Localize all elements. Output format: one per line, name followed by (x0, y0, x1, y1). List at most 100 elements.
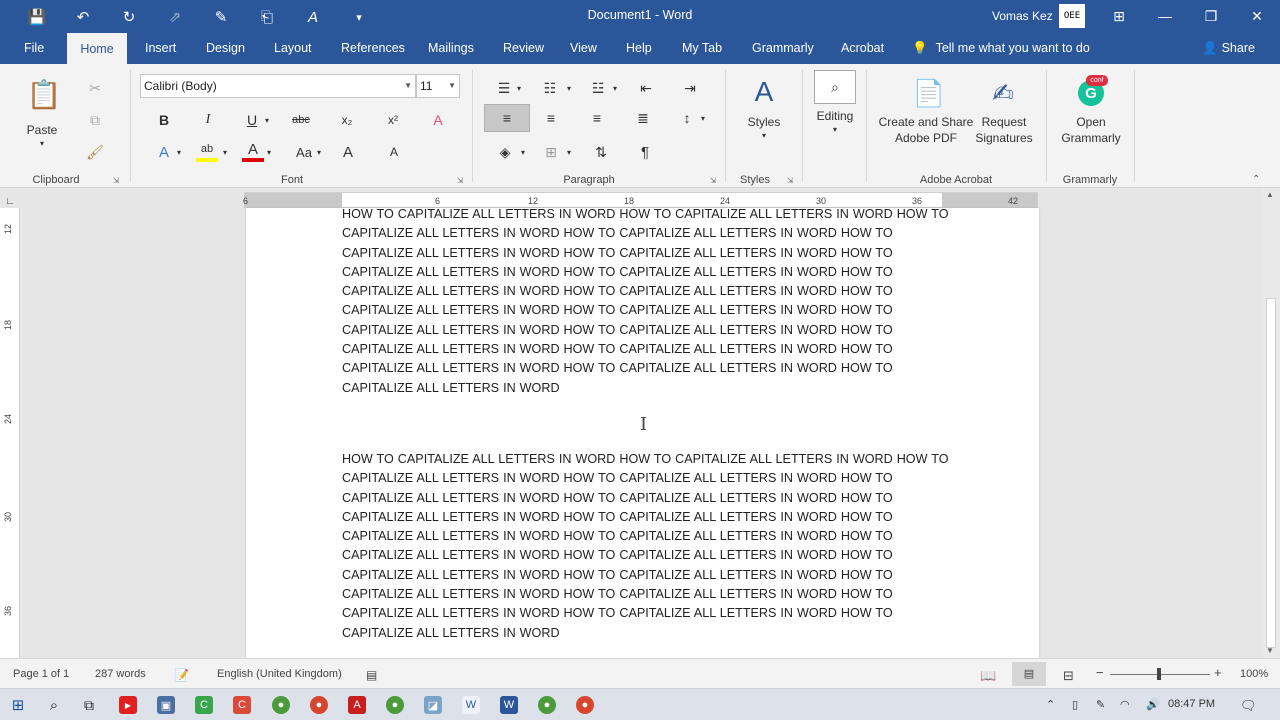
superscript-button[interactable]: x² (382, 110, 404, 130)
paste-icon[interactable]: 📋 (26, 74, 62, 114)
clear-formatting-button[interactable]: A (428, 110, 448, 130)
proofing-icon[interactable]: 📝 (174, 668, 189, 682)
zoom-slider-knob[interactable] (1157, 668, 1161, 680)
font-launcher-icon[interactable]: ⇲ (454, 174, 466, 186)
vertical-ruler[interactable]: 12 18 24 30 36 (0, 208, 20, 658)
paragraph-launcher-icon[interactable]: ⇲ (707, 174, 719, 186)
camtasia-icon[interactable]: C (195, 696, 213, 714)
acrobat-icon[interactable]: A (348, 696, 366, 714)
web-layout-icon[interactable]: ⊟ (1063, 668, 1074, 684)
multilevel-list-icon[interactable]: ☳ (588, 78, 608, 98)
tab-acrobat[interactable]: Acrobat (831, 32, 894, 64)
read-mode-icon[interactable]: 📖 (980, 668, 996, 684)
borders-icon[interactable]: ⊞ (540, 142, 562, 162)
shading-dropdown-icon[interactable]: ▾ (518, 144, 528, 160)
increase-indent-icon[interactable]: ⇥ (680, 78, 700, 98)
tab-insert[interactable]: Insert (135, 32, 186, 64)
battery-icon[interactable]: ▯ (1072, 698, 1078, 711)
tab-help[interactable]: Help (616, 32, 662, 64)
chrome-icon[interactable]: ● (310, 696, 328, 714)
wifi-icon[interactable]: ◠ (1120, 698, 1130, 711)
styles-dropdown-icon[interactable]: ▾ (740, 128, 788, 144)
numbering-icon[interactable]: ☷ (540, 78, 560, 98)
highlight-button[interactable]: ab (196, 140, 218, 162)
copy-icon[interactable]: ⧉ (84, 110, 106, 130)
tab-view[interactable]: View (560, 32, 607, 64)
macro-icon[interactable]: ▤ (366, 668, 377, 682)
align-center-icon[interactable]: ≡ (540, 108, 562, 128)
align-right-icon[interactable]: ≡ (586, 108, 608, 128)
chrome-icon[interactable]: ● (538, 696, 556, 714)
scroll-thumb[interactable] (1266, 298, 1276, 648)
word-count[interactable]: 287 words (95, 668, 146, 680)
word-icon[interactable]: W (500, 696, 518, 714)
scroll-down-icon[interactable]: ▼ (1266, 646, 1274, 655)
app-icon[interactable]: ▣ (157, 696, 175, 714)
tab-references[interactable]: References (331, 32, 415, 64)
font-size-select[interactable]: 11 ▼ (416, 74, 460, 98)
italic-button[interactable]: I (198, 110, 218, 130)
clipboard-launcher-icon[interactable]: ⇲ (110, 174, 122, 186)
chrome-icon[interactable]: ● (576, 696, 594, 714)
decrease-indent-icon[interactable]: ⇤ (636, 78, 656, 98)
tab-grammarly[interactable]: Grammarly (742, 32, 824, 64)
chrome-icon[interactable]: ● (272, 696, 290, 714)
youtube-icon[interactable]: ▶ (119, 696, 137, 714)
app-red-icon[interactable]: C (233, 696, 251, 714)
app-icon[interactable]: ◪ (424, 696, 442, 714)
sort-icon[interactable]: ⇅ (590, 142, 612, 162)
tab-selector[interactable]: ∟ (4, 196, 16, 208)
strikethrough-button[interactable]: abc (288, 110, 314, 130)
tab-mailings[interactable]: Mailings (418, 32, 484, 64)
tab-home[interactable]: Home (67, 32, 127, 64)
grammarly-button-label[interactable]: Grammarly (1056, 130, 1126, 146)
text-effects-button[interactable]: A (154, 142, 174, 162)
task-view-icon[interactable]: ⧉ (80, 696, 98, 714)
maximize-icon[interactable]: ❐ (1188, 0, 1234, 32)
request-label[interactable]: Request (972, 114, 1036, 130)
font-color-dropdown-icon[interactable]: ▾ (264, 144, 274, 160)
cut-icon[interactable]: ✂ (84, 78, 106, 98)
page-count[interactable]: Page 1 of 1 (13, 668, 69, 680)
create-pdf-icon[interactable]: 📄 (912, 74, 946, 112)
justify-icon[interactable]: ≣ (632, 108, 654, 128)
bullets-icon[interactable]: ☰ (494, 78, 514, 98)
search-icon[interactable]: ⌕ (45, 696, 63, 714)
horizontal-ruler[interactable]: 6 6 12 18 24 30 36 42 (243, 192, 1038, 208)
format-painter-icon[interactable]: 🖌 (84, 142, 106, 162)
tell-me-search[interactable]: 💡 Tell me what you want to do (912, 32, 1090, 64)
tab-review[interactable]: Review (493, 32, 554, 64)
zoom-in-button[interactable]: + (1214, 665, 1222, 680)
search-icon[interactable]: ⌕ (814, 70, 856, 104)
volume-icon[interactable]: 🔊 (1146, 698, 1160, 711)
notifications-icon[interactable]: 🗨 (1240, 698, 1257, 714)
tray-chevron-icon[interactable]: ⌃ (1046, 698, 1055, 711)
request-signatures-icon[interactable]: ✍ (984, 74, 1022, 112)
shrink-font-button[interactable]: A (384, 142, 404, 162)
zoom-level[interactable]: 100% (1240, 668, 1268, 680)
multilevel-dropdown-icon[interactable]: ▾ (610, 80, 620, 96)
grow-font-button[interactable]: A (338, 142, 358, 162)
scroll-up-icon[interactable]: ▲ (1266, 190, 1274, 199)
create-share-label[interactable]: Create and Share (876, 114, 976, 130)
bold-button[interactable]: B (154, 110, 174, 130)
print-layout-icon[interactable]: ▤ (1012, 662, 1046, 686)
vertical-scrollbar[interactable]: ▲ ▼ (1262, 188, 1280, 658)
adobe-pdf-label[interactable]: Adobe PDF (876, 130, 976, 146)
font-family-select[interactable]: Calibri (Body) ▼ (140, 74, 416, 98)
user-name[interactable]: Vomas Kez (992, 9, 1053, 23)
ribbon-display-icon[interactable]: ⊞ (1096, 0, 1142, 32)
line-spacing-icon[interactable]: ↕ (676, 108, 698, 128)
chrome-icon[interactable]: ● (386, 696, 404, 714)
close-icon[interactable]: ✕ (1234, 0, 1280, 32)
styles-launcher-icon[interactable]: ⇲ (784, 174, 796, 186)
borders-dropdown-icon[interactable]: ▾ (564, 144, 574, 160)
document-paragraph[interactable]: HOW TO CAPITALIZE ALL LETTERS IN WORD HO… (342, 208, 952, 398)
zoom-out-button[interactable]: − (1096, 665, 1104, 680)
highlight-dropdown-icon[interactable]: ▾ (220, 144, 230, 160)
language-status[interactable]: English (United Kingdom) (217, 668, 342, 680)
underline-button[interactable]: U (242, 110, 262, 130)
word-doc-icon[interactable]: W (462, 696, 480, 714)
tab-my-tab[interactable]: My Tab (672, 32, 732, 64)
line-spacing-dropdown-icon[interactable]: ▾ (698, 110, 708, 126)
